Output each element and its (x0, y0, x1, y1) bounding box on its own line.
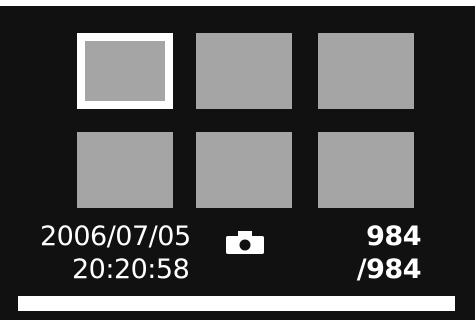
thumbnail[interactable] (318, 33, 414, 109)
capture-time: 20:20:58 (72, 254, 190, 285)
thumbnail-selected[interactable] (77, 33, 173, 109)
thumbnail[interactable] (77, 132, 173, 208)
image-number: 984 (366, 221, 421, 252)
thumbnail[interactable] (196, 132, 292, 208)
progress-fill (18, 296, 455, 311)
progress-bar (18, 296, 455, 311)
image-total: /984 (356, 254, 422, 285)
playback-screen: 2006/07/05 20:20:58 984 /984 (0, 6, 475, 320)
thumbnail[interactable] (318, 132, 414, 208)
thumbnail[interactable] (196, 33, 292, 109)
capture-date: 2006/07/05 (40, 221, 191, 252)
camera-icon (226, 231, 264, 254)
